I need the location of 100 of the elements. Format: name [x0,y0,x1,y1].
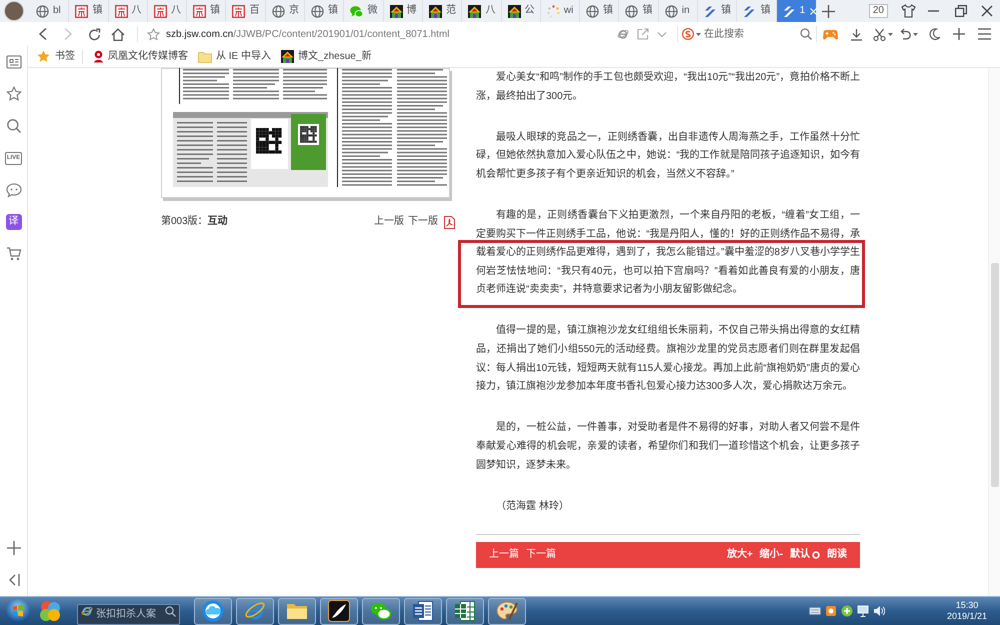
toolbar-link[interactable]: 放大+ [726,550,753,560]
spreadsheet-icon [454,600,476,622]
globe-icon [664,4,678,18]
chat-bubbles-icon [370,600,392,622]
toolbar-link[interactable]: 朗读 [827,550,847,560]
article-nav-link[interactable]: 上一篇 [489,550,519,560]
start-button[interactable] [5,598,31,624]
search-icon[interactable] [800,28,812,40]
square-logo-icon [193,4,206,18]
square-logo-icon [154,4,167,18]
scrollbar-thumb[interactable] [990,263,998,487]
folder-icon [198,50,212,62]
reload-icon[interactable] [88,28,101,40]
speaker-icon[interactable] [872,605,885,617]
caret-icon[interactable] [913,32,918,36]
caret-icon[interactable] [888,32,893,36]
translate-button[interactable]: 译 [6,214,22,230]
house-logo-icon [428,4,442,18]
globe-icon [586,4,600,18]
globe-icon [36,4,49,18]
house-logo-icon [281,50,294,63]
newspaper-icon[interactable] [6,54,22,70]
star-icon [37,50,50,63]
ring-icon [812,550,820,559]
chat-bubble-icon [350,4,364,18]
cart-icon[interactable] [6,246,22,262]
globe-icon [272,4,285,18]
internet-icon [244,600,266,622]
stripes-logo-icon [743,4,756,18]
paragraph: 是的，一桩公益，一件善事，对受助者是件不易得的好事，对助人者又何尝不是件奉献爱心难得的机会呢，亲爱的读者，希望你们和我们一道珍惜这个机会，让更多孩子圆梦知识，逐梦未来。 [476,420,860,472]
toolbar-link[interactable]: 默认 [790,550,820,560]
plus-circle-icon[interactable] [840,605,853,617]
chat-bubble-icon[interactable] [6,182,22,198]
bookmark-star-icon[interactable] [147,28,160,40]
caret-icon[interactable] [696,32,701,36]
house-logo-icon [508,4,521,18]
edition-link[interactable]: 上一版 [374,217,404,227]
new-tab-icon[interactable] [822,4,835,18]
search-field[interactable]: 在此搜索 [704,25,796,43]
byline: （范海霆 林玲） [495,499,570,514]
paragraph: 最吸人眼球的竞品之一，正则绣香囊，出自非遗传人周海燕之手，工作虽然十分忙碌，但她依然执意加入爱心队伍之中，她说：“我的工作就是陪同孩子追逐知识，如今有机会帮忙更多孩子有个更亲近知识的机会，当然义不容辞。” [476,130,860,182]
house-logo-icon [390,4,403,18]
swirl-logo-icon[interactable] [682,28,694,40]
bookmark-link[interactable]: 从 IE 中导入 [198,49,272,64]
house-logo-icon [468,4,482,18]
browser-tab[interactable]: 1 [776,0,816,22]
article-nav-link[interactable]: 下一篇 [526,550,556,560]
home-icon[interactable] [111,28,125,40]
moon-icon[interactable] [928,28,940,40]
restore-icon[interactable] [955,5,967,17]
edition-label: 第003版：互动 [161,217,228,227]
square-logo-icon [232,4,246,18]
stripes-logo-icon [704,4,718,18]
undo-icon[interactable] [899,28,911,40]
square-logo-icon [114,4,128,18]
taskbar-button[interactable] [404,598,442,624]
document-icon [412,600,434,622]
quill-icon [328,600,350,622]
newspaper-scan-drawing[interactable] [161,68,452,201]
internet-icon[interactable] [617,28,629,40]
plus-icon[interactable] [953,28,965,40]
search-icon[interactable] [6,118,22,134]
shirt-icon[interactable] [901,4,916,18]
globe-icon [625,4,638,18]
petals-logo-icon[interactable] [39,600,61,622]
back-icon[interactable] [37,27,49,41]
menu-icon[interactable] [978,28,991,40]
cloud-icon [202,600,224,622]
search-icon[interactable] [165,606,176,616]
edition-link[interactable]: 下一版 [408,217,438,227]
taskbar-search-field[interactable]: 张扣扣杀人案 [77,604,180,624]
clock-time: 15:30 [956,600,978,611]
close-icon[interactable] [981,5,993,17]
tab-count-button[interactable]: 20 [868,4,888,18]
bookmark-link[interactable]: 书签 [37,49,75,64]
bookmark-link[interactable]: 凤凰文化传媒博客 [93,49,188,64]
toolbar-link[interactable]: 缩小- [760,550,783,560]
emblem-icon [93,50,104,63]
keyboard-icon[interactable] [808,605,821,617]
square-logo-icon [75,4,88,18]
star-icon[interactable] [6,86,22,102]
globe-icon [311,4,324,18]
download-icon[interactable] [850,28,863,40]
stripes-logo-icon [782,4,796,18]
paragraph: 有趣的是，正则绣香囊台下义拍更激烈，一个来自丹阳的老板，“缠着”女工组，一定要购买下一件正则绣手工品，他说：“我是丹阳人，懂的！好的正则绣作品不易得，承载着爱心的正则绣作品更难得，遇到了，我怎么能错过。”囊中羞涩的8岁八叉巷小学学生何岩芝怯怯地问：“我只有40元，也可以拍下宫扇吗？”看着如此善良有爱的小朋友，唐贞老师连说“卖卖卖”，并特意要求记者为小朋友留影做纪念。 [476,208,860,298]
monitor-icon[interactable] [856,605,869,617]
taskbar-button[interactable] [320,598,358,624]
paragraph: 值得一提的是，镇江旗袍沙龙女红组组长朱丽莉，不仅自己带头捐出得意的女红精品，还捐出了她们小组550元的活动经费。旗袍沙龙里的党员志愿者们则在群里发起倡议：每人捐出10元钱，短短两天就有115人爱心接龙。再加上此前“旗袍奶奶”唐贞的爱心接力，镇江旗袍沙龙参加本年度书香礼包爱心接力达300多人次，爱心捐款达万余元。 [476,323,860,394]
paragraph: 爱心美女“和鸣”制作的手工包也颇受欢迎，“我出10元”“我出20元”，竟拍价格不断上涨，最终拍出了300元。 [476,70,860,104]
bookmark-link[interactable]: 博文_zhesue_新 [281,49,372,64]
scissors-icon[interactable] [873,28,886,40]
plus-icon[interactable] [6,540,22,556]
clock-date: 2019/1/21 [946,611,987,622]
loading-spinner-icon [546,4,560,18]
address-field[interactable]: szb.jsw.com.cn/JJWB/PC/content/201901/01/content_8071.html [166,26,611,42]
tray-app-icon[interactable] [824,605,837,617]
document-icon[interactable] [444,216,455,228]
internet-icon [81,605,93,617]
palette-icon [496,600,518,622]
avatar[interactable] [4,1,24,21]
